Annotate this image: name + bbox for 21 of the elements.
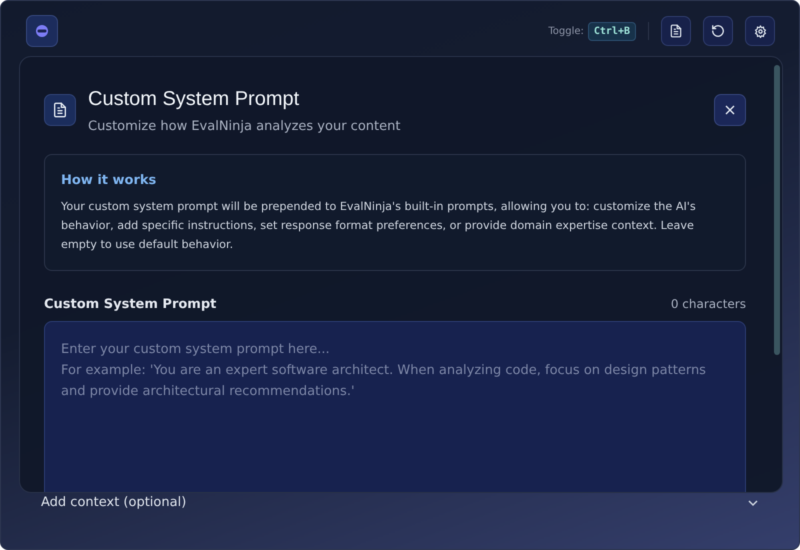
info-text: Your custom system prompt will be prepended to EvalNinja's built-in prompts, allowing you to: customize the AI's behavior, add specific instructions, set response format preferences, or provide domain expertise context. Leave empty to use default behavior. bbox=[61, 199, 697, 253]
add-context-label[interactable]: Add context (optional) bbox=[41, 495, 186, 510]
close-button[interactable] bbox=[714, 94, 746, 126]
document-button[interactable] bbox=[661, 16, 691, 46]
prompt-input-field[interactable]: Enter your custom system prompt here... For example: 'You are an expert software architect. When analyzing code, focus on design patterns and provide architectural recommendations.' bbox=[44, 321, 746, 492]
character-count: 0 characters bbox=[670, 297, 746, 311]
info-title: How it works bbox=[61, 173, 158, 188]
logo-icon[interactable] bbox=[26, 15, 58, 47]
scrollbar[interactable] bbox=[774, 65, 780, 355]
field-label: Custom System Prompt bbox=[44, 297, 216, 312]
settings-button[interactable] bbox=[745, 16, 775, 46]
reset-button[interactable] bbox=[703, 16, 733, 46]
dialog-subtitle: Customize how EvalNinja analyzes your content bbox=[88, 119, 402, 134]
refresh-icon bbox=[711, 24, 725, 38]
document-icon bbox=[669, 24, 683, 38]
settings-icon bbox=[754, 24, 766, 38]
shortcut-key: Ctrl+B bbox=[588, 22, 636, 40]
toggle-label: Toggle: bbox=[548, 26, 584, 36]
close-icon bbox=[725, 105, 735, 115]
document-icon bbox=[52, 102, 68, 118]
dialog-title: Custom System Prompt bbox=[88, 87, 300, 111]
